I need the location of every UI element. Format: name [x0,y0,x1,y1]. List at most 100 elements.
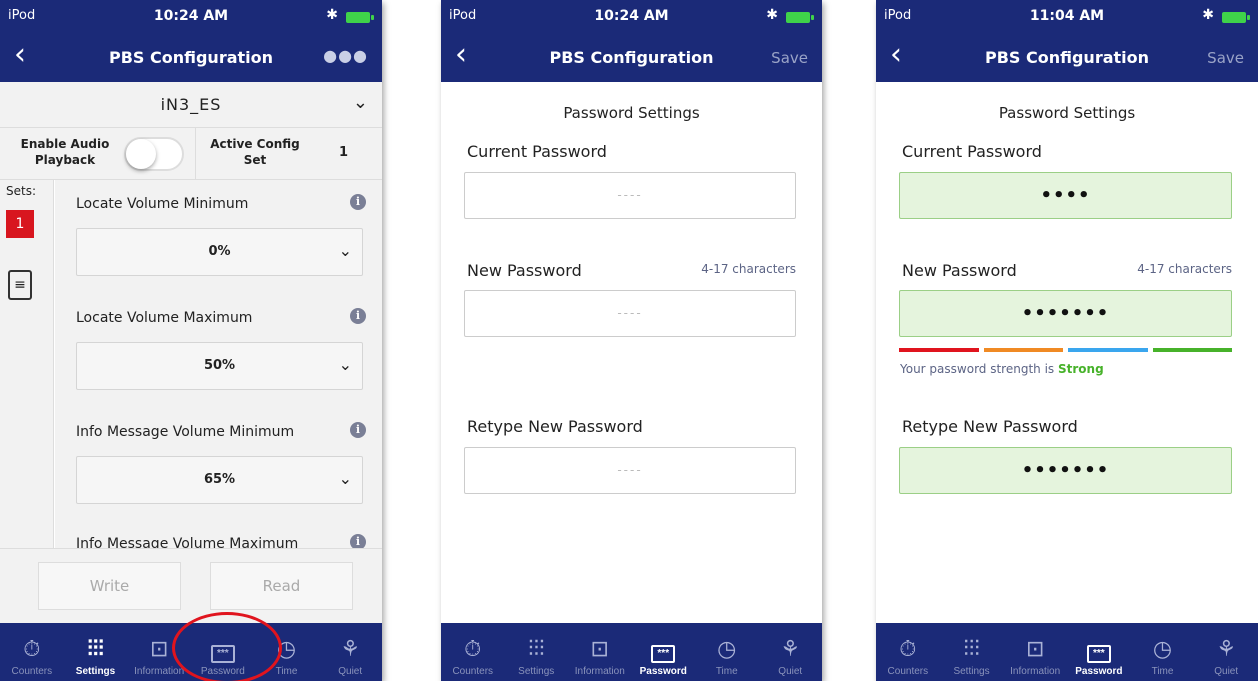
info-icon[interactable]: i [350,308,366,324]
new-password-label: New Password [467,261,582,280]
tab-information[interactable]: ⊡ Information [568,623,632,681]
new-password-label: New Password [902,261,1017,280]
setting-dropdown[interactable]: 50% ⌄ [76,342,363,390]
tab-counters[interactable]: ⏱ Counters [441,623,505,681]
setting-item: Locate Volume Minimum i 0% ⌄ [55,180,382,290]
current-password-field[interactable]: ---- [464,172,796,219]
tab-label: Counters [452,666,494,677]
tab-label: Information [574,666,625,677]
phone-password-filled-screen: iPod 11:04 AM ✱ ‹ PBS Configuration Save… [876,0,1258,681]
tab-password[interactable]: *** Password [1067,623,1131,681]
toggle-knob [126,139,156,169]
terminal-icon: ⊡ [1025,636,1045,661]
stopwatch-icon: ⏱ [464,636,482,661]
config-dropdown-value: iN3_ES [160,95,222,114]
info-icon[interactable]: i [350,534,366,548]
setting-value: 65% [203,472,236,487]
setting-name: Locate Volume Maximum [76,310,253,326]
nav-bar: ‹ PBS Configuration Save [441,34,822,82]
save-button[interactable]: Save [1207,49,1244,67]
tab-label: Quiet [338,666,363,677]
password-settings-heading: Password Settings [563,104,700,122]
nav-bar: ‹ PBS Configuration Save [876,34,1258,82]
set-1-badge[interactable]: 1 [6,210,34,238]
enable-audio-toggle[interactable] [124,137,184,171]
tab-settings[interactable]: ⫶⫶⫶ Settings [64,623,128,681]
top-bar: iPod 10:24 AM ✱ ‹ PBS Configuration ●●● [0,0,382,82]
tab-label: Time [275,666,298,677]
active-config-label: Active Config Set [210,137,300,167]
tab-information[interactable]: ⊡ Information [1003,623,1067,681]
document-icon[interactable]: ≡ [8,270,32,300]
bluetooth-icon: ✱ [1202,7,1214,23]
tab-label: Settings [518,666,555,677]
sliders-icon: ⫶⫶⫶ [87,636,104,661]
strength-segment [983,348,1063,352]
quiet-icon: ⚘ [1216,636,1237,661]
retype-password-label: Retype New Password [467,417,643,436]
clock: 10:24 AM [594,8,669,24]
tab-label: Time [715,666,738,677]
password-strength-text: Your password strength is Strong [900,362,1104,376]
battery-icon [786,12,814,23]
write-button[interactable]: Write [38,562,181,610]
save-button[interactable]: Save [771,49,808,67]
clock: 10:24 AM [153,8,229,24]
action-bar: Write Read [0,548,382,623]
tab-quiet[interactable]: ⚘ Quiet [318,623,382,681]
status-bar: iPod 10:24 AM ✱ [441,0,822,34]
tab-label: Quiet [778,666,803,677]
retype-password-field[interactable]: ---- [464,447,796,494]
config-dropdown[interactable]: iN3_ES ⌄ [0,82,382,128]
status-bar: iPod 11:04 AM ✱ [876,0,1258,34]
tab-counters[interactable]: ⏱ Counters [0,623,64,681]
info-icon[interactable]: i [350,422,366,438]
tab-settings[interactable]: ⫶⫶⫶ Settings [505,623,569,681]
tab-quiet[interactable]: ⚘ Quiet [1194,623,1258,681]
tab-label: Counters [11,666,53,677]
tab-label: Password [639,666,687,677]
nav-title: PBS Configuration [984,48,1150,67]
password-settings-heading: Password Settings [998,104,1136,122]
setting-dropdown[interactable]: 0% ⌄ [76,228,363,276]
quiet-icon: ⚘ [340,636,361,661]
setting-dropdown[interactable]: 65% ⌄ [76,456,363,504]
password-strength-meter [899,348,1232,352]
tab-settings[interactable]: ⫶⫶⫶ Settings [940,623,1004,681]
setting-value: 0% [208,244,231,259]
read-button[interactable]: Read [210,562,353,610]
clock: 11:04 AM [1029,8,1105,24]
config-options-row: Enable Audio Playback Active Config Set … [0,128,382,180]
top-bar: iPod 10:24 AM ✱ ‹ PBS Configuration Save [441,0,822,82]
sliders-icon: ⫶⫶⫶ [527,636,545,661]
more-icon[interactable]: ●●● [323,46,368,65]
current-password-field[interactable]: •••• [899,172,1232,219]
setting-name: Info Message Volume Maximum [76,536,299,548]
tab-time[interactable]: ◷ Time [1131,623,1195,681]
setting-name: Info Message Volume Minimum [76,424,295,440]
password-glyph: *** [651,645,676,663]
clock-icon: ◷ [1152,636,1173,661]
battery-icon [1222,12,1250,23]
new-password-field[interactable]: ••••••• [899,290,1232,337]
bluetooth-icon: ✱ [326,7,338,23]
password-icon: *** [1087,636,1111,666]
chevron-down-icon: ⌄ [338,469,352,488]
new-password-field[interactable]: ---- [464,290,796,337]
active-config-value[interactable]: 1 [339,145,348,160]
divider [195,128,196,180]
tab-quiet[interactable]: ⚘ Quiet [759,623,823,681]
strength-value: Strong [1058,362,1104,376]
chevron-down-icon: ⌄ [338,355,352,374]
tab-password[interactable]: *** Password [632,623,696,681]
strength-prefix: Your password strength is [900,362,1055,376]
password-tab-highlight-circle [172,612,282,681]
info-icon[interactable]: i [350,194,366,210]
tab-counters[interactable]: ⏱ Counters [876,623,940,681]
tab-label: Password [1075,666,1123,677]
tab-time[interactable]: ◷ Time [695,623,759,681]
settings-list[interactable]: Locate Volume Minimum i 0% ⌄ Locate Volu… [55,180,382,548]
nav-bar: ‹ PBS Configuration ●●● [0,34,382,82]
stopwatch-icon: ⏱ [899,636,917,661]
retype-password-field[interactable]: ••••••• [899,447,1232,494]
